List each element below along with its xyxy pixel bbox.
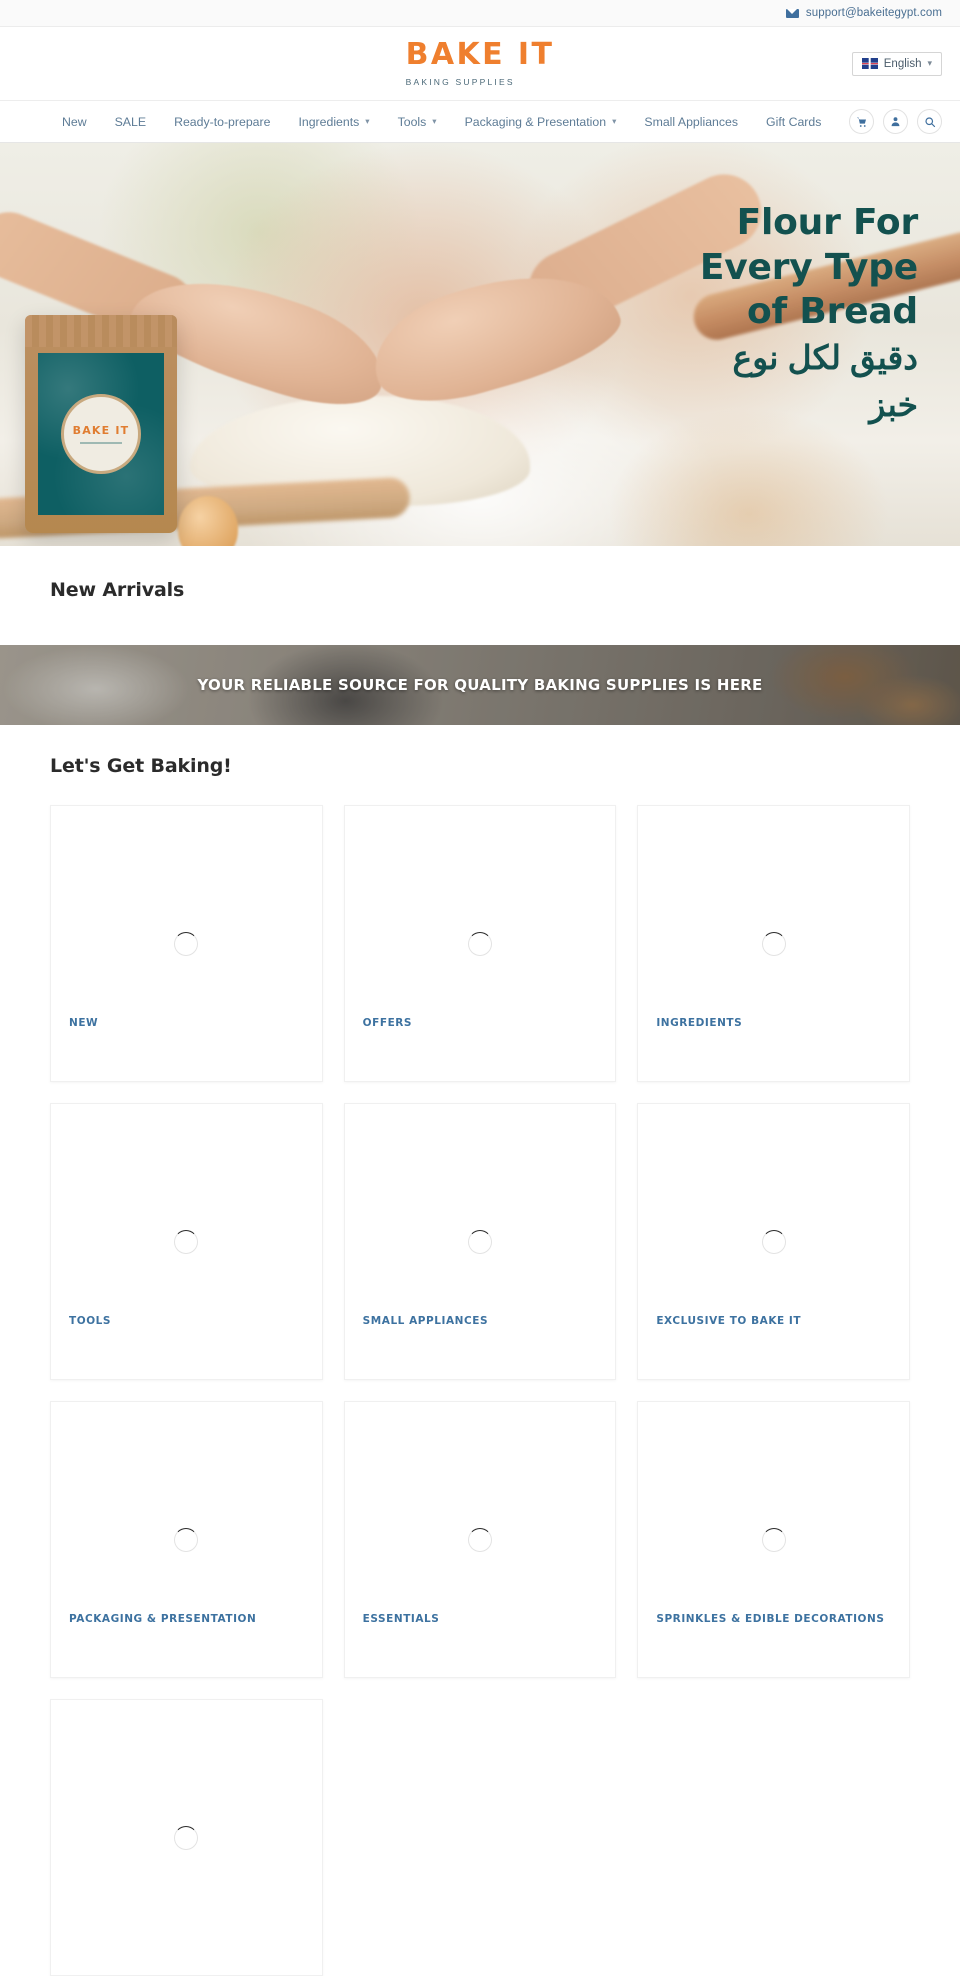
chevron-down-icon: ▾ bbox=[432, 116, 437, 126]
search-button[interactable] bbox=[917, 109, 942, 134]
category-card-exclusive-to-bake-it[interactable]: EXCLUSIVE TO BAKE IT bbox=[637, 1103, 910, 1380]
nav-label: Packaging & Presentation bbox=[464, 114, 607, 129]
category-card-essentials[interactable]: ESSENTIALS bbox=[343, 1401, 617, 1678]
loading-spinner-icon bbox=[467, 1527, 492, 1552]
nav-label: Gift Cards bbox=[766, 114, 822, 129]
nav-item-ingredients[interactable]: Ingredients ▾ bbox=[284, 115, 383, 129]
promo-headline: YOUR RELIABLE SOURCE FOR QUALITY BAKING … bbox=[197, 676, 763, 694]
nav-label: Ready-to-prepare bbox=[174, 114, 271, 129]
nav-label: Tools bbox=[397, 114, 427, 129]
chevron-down-icon: ▾ bbox=[365, 116, 370, 126]
nav-item-tools[interactable]: Tools ▾ bbox=[384, 115, 451, 129]
category-card-packaging-presentation[interactable]: PACKAGING & PRESENTATION bbox=[50, 1401, 323, 1678]
category-card-label: PACKAGING & PRESENTATION bbox=[69, 1613, 257, 1625]
loading-spinner-icon bbox=[174, 931, 199, 956]
nav-item-small-appliances[interactable]: Small Appliances bbox=[630, 115, 752, 129]
loading-spinner-icon bbox=[174, 1825, 199, 1850]
nav-icon-group bbox=[849, 109, 942, 134]
category-card-new[interactable]: NEW bbox=[50, 805, 323, 1082]
chevron-down-icon: ▾ bbox=[927, 58, 932, 68]
language-label: English bbox=[883, 57, 922, 70]
hero-headline-arabic1: دقيق لكل نوع bbox=[732, 338, 918, 376]
support-email-text: support@bakeitegypt.com bbox=[805, 7, 942, 19]
cart-icon bbox=[856, 117, 866, 127]
promo-banner[interactable]: YOUR RELIABLE SOURCE FOR QUALITY BAKING … bbox=[0, 645, 960, 725]
category-card-label: SMALL APPLIANCES bbox=[362, 1315, 489, 1327]
nav-links: New SALE Ready-to-prepare Ingredients ▾ … bbox=[18, 115, 835, 129]
category-card-partial[interactable] bbox=[50, 1699, 323, 1976]
loading-spinner-icon bbox=[761, 931, 786, 956]
pouch-label: BAKE IT bbox=[38, 353, 164, 515]
top-bar: support@bakeitegypt.com bbox=[0, 0, 960, 27]
nav-item-ready-to-prepare[interactable]: Ready-to-prepare bbox=[160, 115, 284, 129]
category-card-label: NEW bbox=[69, 1017, 99, 1029]
nav-label: New bbox=[62, 114, 87, 129]
category-grid: NEW OFFERS INGREDIENTS TOOLS SMALL APPLI… bbox=[50, 805, 910, 1976]
hero-headline-line2: Every Type bbox=[699, 246, 918, 288]
nav-label: Ingredients bbox=[298, 114, 360, 129]
logo-tagline: BAKING SUPPLIES bbox=[405, 77, 515, 87]
nav-item-new[interactable]: New bbox=[18, 115, 101, 129]
account-button[interactable] bbox=[883, 109, 908, 134]
category-card-small-appliances[interactable]: SMALL APPLIANCES bbox=[343, 1103, 617, 1380]
loading-spinner-icon bbox=[467, 1229, 492, 1254]
site-header: BAKE IT BAKING SUPPLIES English ▾ bbox=[0, 27, 960, 100]
category-card-sprinkles-edible-decorations[interactable]: SPRINKLES & EDIBLE DECORATIONS bbox=[637, 1401, 910, 1678]
chevron-down-icon: ▾ bbox=[612, 116, 617, 126]
uk-flag-icon bbox=[861, 58, 878, 69]
loading-spinner-icon bbox=[174, 1229, 199, 1254]
nav-item-packaging-presentation[interactable]: Packaging & Presentation ▾ bbox=[451, 115, 631, 129]
hero-headline-line3: of Bread bbox=[747, 291, 918, 333]
category-card-label: EXCLUSIVE TO BAKE IT bbox=[656, 1315, 802, 1327]
nav-label: SALE bbox=[114, 114, 147, 129]
hero-headline-arabic2: خبز bbox=[869, 385, 918, 423]
cart-button[interactable] bbox=[849, 109, 874, 134]
hero-flour-pouch: BAKE IT bbox=[25, 315, 177, 533]
new-arrivals-section: New Arrivals bbox=[0, 546, 960, 645]
loading-spinner-icon bbox=[467, 931, 492, 956]
support-email-link[interactable]: support@bakeitegypt.com bbox=[785, 7, 942, 19]
category-card-ingredients[interactable]: INGREDIENTS bbox=[637, 805, 910, 1082]
loading-spinner-icon bbox=[761, 1229, 786, 1254]
categories-section: Let's Get Baking! NEW OFFERS INGREDIENTS… bbox=[0, 725, 960, 1976]
language-selector[interactable]: English ▾ bbox=[851, 51, 942, 76]
category-card-label: INGREDIENTS bbox=[656, 1017, 743, 1029]
nav-label: Small Appliances bbox=[644, 114, 739, 129]
categories-title: Let's Get Baking! bbox=[50, 755, 232, 777]
hero-text-block: Flour For Every Type of Bread دقيق لكل ن… bbox=[700, 201, 918, 429]
category-card-label bbox=[51, 1923, 322, 1975]
pouch-brand-seal: BAKE IT bbox=[61, 394, 141, 474]
loading-spinner-icon bbox=[761, 1527, 786, 1552]
category-card-tools[interactable]: TOOLS bbox=[50, 1103, 323, 1380]
hero-headline-line1: Flour For bbox=[736, 202, 919, 243]
envelope-icon bbox=[785, 8, 799, 18]
loading-spinner-icon bbox=[174, 1527, 199, 1552]
logo-wordmark: BAKE IT bbox=[405, 37, 555, 72]
category-card-offers[interactable]: OFFERS bbox=[343, 805, 617, 1082]
account-icon bbox=[891, 117, 900, 127]
hero-banner[interactable]: BAKE IT Flour For Every Type of Bread دق… bbox=[0, 143, 960, 546]
new-arrivals-title: New Arrivals bbox=[50, 579, 185, 601]
pouch-seal-divider bbox=[80, 442, 122, 444]
category-card-label: ESSENTIALS bbox=[362, 1613, 440, 1625]
category-card-label: OFFERS bbox=[362, 1017, 413, 1029]
pouch-top-seal bbox=[25, 315, 177, 347]
category-card-label: SPRINKLES & EDIBLE DECORATIONS bbox=[656, 1613, 885, 1625]
search-icon bbox=[924, 116, 935, 127]
pouch-brand-text: BAKE IT bbox=[72, 424, 130, 438]
site-logo[interactable]: BAKE IT BAKING SUPPLIES bbox=[405, 37, 555, 88]
nav-item-gift-cards[interactable]: Gift Cards bbox=[752, 115, 835, 129]
category-card-label: TOOLS bbox=[69, 1315, 112, 1327]
main-navigation: New SALE Ready-to-prepare Ingredients ▾ … bbox=[0, 100, 960, 143]
nav-item-sale[interactable]: SALE bbox=[101, 115, 160, 129]
